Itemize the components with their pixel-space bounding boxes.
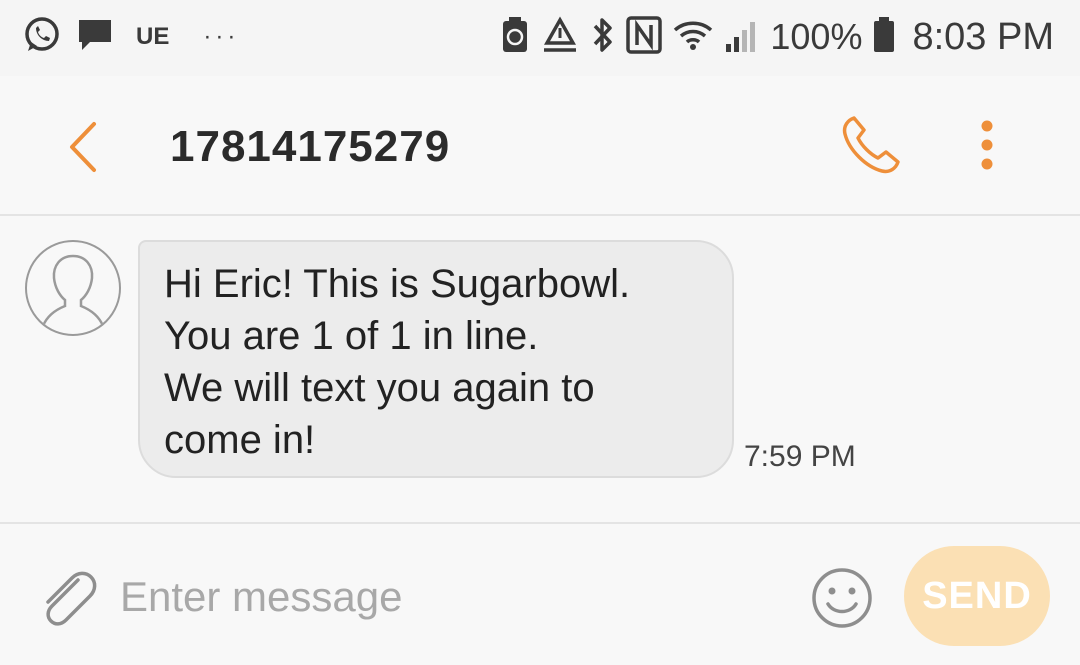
more-notifications-icon: ··· [203, 23, 240, 50]
attach-button[interactable] [34, 564, 100, 630]
wifi-icon [672, 16, 714, 59]
battery-icon [872, 16, 896, 59]
message-list[interactable]: Hi Eric! This is Sugarbowl. You are 1 of… [0, 216, 1080, 524]
more-vertical-icon [981, 120, 993, 170]
message-line: You are 1 of 1 in line. [164, 314, 539, 358]
composer-bar: SEND [0, 524, 1080, 665]
status-time: 8:03 PM [912, 15, 1054, 58]
status-bar: UE ··· 100% 8:03 PM [0, 0, 1080, 76]
send-button[interactable]: SEND [904, 546, 1050, 646]
signal-icon [724, 16, 760, 59]
carrier-label: UE [136, 23, 170, 50]
smiley-icon [812, 568, 872, 628]
nfc-icon [626, 15, 663, 59]
chevron-left-icon [70, 122, 96, 172]
messaging-screen: UE ··· 100% 8:03 PM 17814175279 Hi Eric!… [0, 0, 1080, 665]
status-bar-left: UE ··· [22, 14, 239, 60]
call-button[interactable] [838, 112, 904, 178]
message-bubble[interactable]: Hi Eric! This is Sugarbowl. You are 1 of… [138, 240, 734, 478]
message-line: come in! [164, 418, 316, 462]
paperclip-icon [46, 571, 97, 626]
contact-title: 17814175279 [170, 122, 451, 171]
bluetooth-icon [590, 16, 616, 59]
message-line: Hi Eric! This is Sugarbowl. [164, 262, 631, 306]
status-bar-right: 100% 8:03 PM [500, 14, 1054, 60]
contact-avatar[interactable] [25, 240, 121, 336]
battery-percent: 100% [770, 16, 863, 57]
battery-saver-icon [500, 16, 530, 59]
whatsapp-icon [22, 15, 62, 60]
recycle-icon [540, 15, 580, 59]
phone-icon [842, 116, 900, 174]
person-icon [41, 254, 105, 327]
message-timestamp: 7:59 PM [744, 440, 856, 473]
message-line: We will text you again to [164, 366, 595, 410]
message-icon [76, 16, 114, 59]
back-button[interactable] [54, 112, 114, 182]
message-input[interactable] [120, 566, 780, 628]
conversation-header: 17814175279 [0, 76, 1080, 216]
more-options-button[interactable] [966, 114, 1008, 180]
emoji-button[interactable] [810, 566, 874, 630]
